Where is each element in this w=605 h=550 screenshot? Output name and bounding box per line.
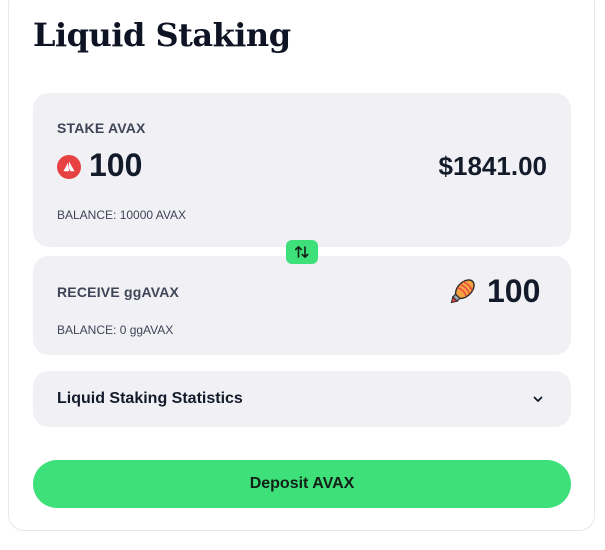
stake-amount-input[interactable]: 100 bbox=[89, 147, 142, 184]
swap-arrows-icon bbox=[295, 246, 309, 258]
deposit-avax-button[interactable]: Deposit AVAX bbox=[33, 460, 571, 508]
stake-usd-value: $1841.00 bbox=[438, 151, 547, 181]
ggavax-rocket-icon bbox=[446, 276, 478, 308]
statistics-label: Liquid Staking Statistics bbox=[57, 390, 243, 407]
swap-direction-button[interactable] bbox=[286, 240, 318, 264]
receive-balance: BALANCE: 0 ggAVAX bbox=[57, 323, 174, 337]
page-title: Liquid Staking bbox=[33, 16, 291, 54]
liquid-staking-statistics-toggle[interactable]: Liquid Staking Statistics bbox=[33, 371, 571, 427]
stake-balance: BALANCE: 10000 AVAX bbox=[57, 208, 186, 222]
avax-icon bbox=[57, 155, 81, 179]
receive-amount: 100 bbox=[487, 273, 541, 309]
chevron-down-icon bbox=[531, 392, 545, 406]
stake-label: STAKE AVAX bbox=[57, 120, 146, 136]
receive-label: RECEIVE ggAVAX bbox=[57, 284, 180, 300]
stake-panel: STAKE AVAX 100 $1841.00 BALANCE: 10000 A… bbox=[33, 93, 571, 247]
receive-panel: RECEIVE ggAVAX 100 BALANCE: 0 ggAVAX bbox=[33, 256, 571, 355]
